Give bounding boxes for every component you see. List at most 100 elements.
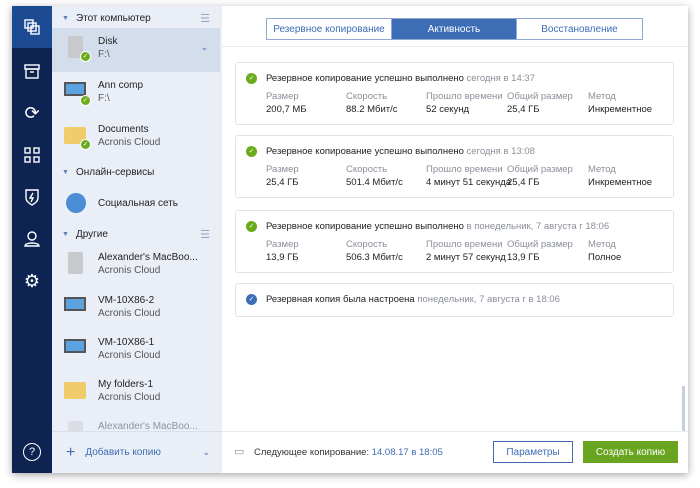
- divider: [222, 46, 688, 47]
- activity-title: Резервное копирование успешно выполнено …: [266, 221, 609, 232]
- stat-label: Прошло времени: [426, 164, 503, 175]
- stat-label: Размер: [266, 164, 299, 175]
- backup-item-ann-comp[interactable]: ✓ Ann comp F:\: [52, 72, 220, 116]
- activity-card: ✓ Резервное копирование успешно выполнен…: [235, 62, 674, 125]
- stat-total: Общий размер 13,9 ГБ: [507, 239, 573, 263]
- stat-method: Метод Полное: [588, 239, 621, 263]
- sidebar: ▼ Этот компьютер ☰ ✓ Disk F:\ ⌄ ✓ Ann comp…: [52, 6, 261, 473]
- stat-elapsed: Прошло времени 4 минут 51 секунда: [426, 164, 511, 188]
- stat-speed: Скорость 88.2 Мбит/с: [346, 91, 398, 115]
- stat-label: Скорость: [346, 239, 388, 250]
- tools-grid-icon[interactable]: [12, 134, 52, 176]
- section-this-computer[interactable]: ▼ Этот компьютер ☰: [52, 8, 222, 28]
- collapse-icon: ▼: [62, 230, 69, 238]
- activity-title: Резервная копия была настроена понедельн…: [266, 294, 560, 305]
- item-name: My folders-1: [98, 379, 154, 390]
- next-backup: Следующее копирование: 14.08.17 в 18:05: [254, 447, 443, 458]
- stat-value: 25,4 ГБ: [507, 104, 540, 115]
- tab-backup[interactable]: Резервное копирование: [267, 19, 392, 39]
- stat-method: Метод Инкрементное: [588, 164, 652, 188]
- backup-item-disk[interactable]: ✓ Disk F:\ ⌄: [52, 28, 220, 72]
- plus-icon: +: [66, 443, 76, 461]
- monitor-icon: [64, 295, 90, 319]
- item-name: Ann comp: [98, 80, 144, 91]
- stat-label: Скорость: [346, 91, 388, 102]
- activity-title-text: Резервное копирование успешно выполнено: [266, 221, 464, 232]
- item-name: VM-10X86-1: [98, 337, 155, 348]
- folder-icon: ✓: [64, 124, 91, 150]
- activity-title-text: Резервная копия была настроена: [266, 294, 415, 305]
- stat-total: Общий размер 25,4 ГБ: [507, 91, 573, 115]
- backup-item-macbook[interactable]: Alexander's MacBoo... Acronis Cloud: [52, 244, 220, 288]
- section-other[interactable]: ▼ Другие ☰: [52, 224, 222, 244]
- item-sub: F:\: [98, 49, 110, 60]
- footer: ▭ Следующее копирование: 14.08.17 в 18:0…: [222, 431, 688, 473]
- stat-size: Размер 13,9 ГБ: [266, 239, 299, 263]
- section-label: Другие: [75, 228, 108, 240]
- archive-icon[interactable]: [12, 50, 52, 92]
- comment-icon: ▭: [234, 446, 245, 458]
- backup-item-vm1[interactable]: VM-10X86-1 Acronis Cloud: [52, 329, 220, 373]
- stat-value: 2 минут 57 секунд: [426, 252, 506, 263]
- parameters-button[interactable]: Параметры: [493, 441, 573, 463]
- disk-icon: ✓: [64, 36, 91, 62]
- shield-icon[interactable]: [12, 176, 52, 218]
- item-sub: F:\: [98, 93, 110, 104]
- stat-value: 88.2 Мбит/с: [346, 104, 398, 115]
- stat-value: 501.4 Мбит/с: [346, 177, 403, 188]
- main-panel: Резервное копирование Активность Восстан…: [222, 6, 688, 473]
- stat-value: 52 секунд: [426, 104, 470, 115]
- success-check-icon: ✓: [246, 73, 257, 84]
- chevron-down-icon[interactable]: ⌄: [200, 42, 208, 53]
- chevron-down-icon[interactable]: ⌄: [202, 447, 210, 458]
- stat-value: 13,9 ГБ: [507, 252, 540, 263]
- account-icon[interactable]: [12, 218, 52, 260]
- activity-time: сегодня в 14:37: [466, 73, 535, 84]
- item-name: Социальная сеть: [98, 198, 178, 209]
- nav-backup-icon[interactable]: [12, 6, 52, 48]
- backup-item-vm2[interactable]: VM-10X86-2 Acronis Cloud: [52, 287, 220, 331]
- next-backup-label: Следующее копирование:: [254, 447, 370, 458]
- item-name: Documents: [98, 124, 149, 135]
- tab-bar: Резервное копирование Активность Восстан…: [266, 18, 643, 40]
- activity-title: Резервное копирование успешно выполнено …: [266, 146, 535, 157]
- gear-icon[interactable]: ⚙: [12, 260, 52, 302]
- help-icon[interactable]: ?: [12, 431, 52, 473]
- stat-label: Метод: [588, 239, 616, 250]
- menu-icon[interactable]: ☰: [200, 228, 210, 241]
- main-scrollbar[interactable]: [682, 386, 685, 431]
- tab-recovery[interactable]: Восстановление: [517, 19, 642, 39]
- item-sub: Acronis Cloud: [98, 265, 161, 276]
- item-sub: Acronis Cloud: [98, 308, 161, 319]
- item-sub: Acronis Cloud: [98, 137, 161, 148]
- folder-icon: [64, 379, 90, 403]
- sync-icon[interactable]: ⟳: [12, 92, 52, 134]
- stat-label: Общий размер: [507, 91, 573, 102]
- collapse-icon: ▼: [62, 168, 69, 176]
- section-label: Онлайн-сервисы: [75, 166, 155, 178]
- stat-size: Размер 25,4 ГБ: [266, 164, 299, 188]
- item-name: Disk: [98, 36, 118, 47]
- section-label: Этот компьютер: [75, 12, 151, 24]
- menu-icon[interactable]: ☰: [200, 12, 210, 25]
- create-backup-button[interactable]: Создать копию: [583, 441, 678, 463]
- item-sub: Acronis Cloud: [98, 350, 161, 361]
- stat-value: 200,7 МБ: [266, 104, 307, 115]
- info-check-icon: ✓: [246, 294, 257, 305]
- tab-activity[interactable]: Активность: [392, 19, 517, 39]
- section-online-services[interactable]: ▼ Онлайн-сервисы: [52, 162, 222, 182]
- backup-item-social[interactable]: Социальная сеть: [52, 182, 220, 220]
- stat-size: Размер 200,7 МБ: [266, 91, 307, 115]
- stat-label: Общий размер: [507, 164, 573, 175]
- app-window: ⟳ ⚙ ? ▼ Этот компьютер ☰ ✓ Disk F:\ ⌄ ✓ An…: [12, 6, 688, 473]
- stat-label: Размер: [266, 239, 299, 250]
- backup-item-my-folders[interactable]: My folders-1 Acronis Cloud: [52, 371, 220, 415]
- stat-total: Общий размер 25,4 ГБ: [507, 164, 573, 188]
- stat-value: Инкрементное: [588, 177, 653, 188]
- activity-time: в понедельник, 7 августа г 18:06: [466, 221, 610, 232]
- backup-item-documents[interactable]: ✓ Documents Acronis Cloud: [52, 116, 220, 160]
- activity-card: ✓ Резервное копирование успешно выполнен…: [235, 135, 674, 198]
- add-backup-button[interactable]: + Добавить копию ⌄: [52, 431, 222, 473]
- stat-speed: Скорость 506.3 Мбит/с: [346, 239, 403, 263]
- stat-value: 25,4 ГБ: [507, 177, 540, 188]
